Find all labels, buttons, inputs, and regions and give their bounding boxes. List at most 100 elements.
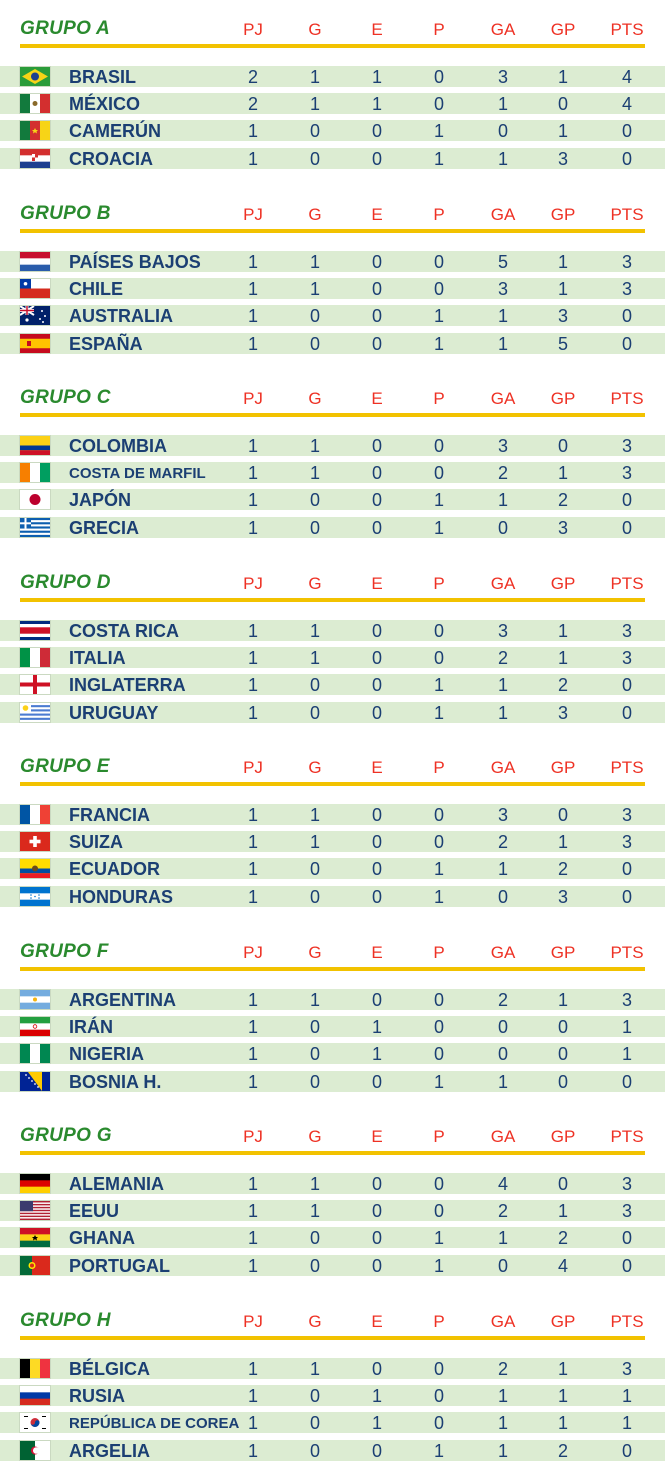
stat-value: 1: [309, 436, 320, 456]
england-flag-icon: [20, 674, 50, 694]
stat-value: 0: [497, 1043, 508, 1064]
column-header: PJ: [243, 204, 263, 224]
stat-value: 3: [621, 251, 632, 272]
stat-value: 3: [621, 620, 632, 641]
stat-value: 1: [497, 674, 508, 695]
header-divider: [20, 1151, 645, 1155]
stat-value: 1: [557, 647, 568, 668]
team-name: RUSIA: [69, 1385, 126, 1406]
stat-value: 1: [247, 1385, 258, 1406]
stat-value: 0: [371, 463, 382, 483]
team-name: CAMERÚN: [69, 121, 161, 141]
stat-value: 1: [247, 1256, 258, 1276]
stat-value: 2: [497, 832, 508, 852]
stat-value: 0: [497, 1256, 508, 1276]
column-header: P: [433, 573, 445, 593]
team-name: HONDURAS: [69, 887, 174, 907]
stat-value: 1: [557, 1201, 568, 1221]
team-name: IRÁN: [69, 1016, 113, 1037]
stat-value: 1: [557, 463, 568, 483]
stat-value: 2: [497, 989, 508, 1010]
stat-value: 1: [247, 121, 258, 141]
stat-value: 1: [247, 674, 258, 695]
stat-value: 0: [497, 121, 508, 141]
japan-flag-icon: [20, 490, 50, 509]
team-row: ESPAÑA 1 0 0 1 1 5 0: [0, 332, 665, 354]
stat-value: 0: [371, 702, 382, 723]
column-header: GA: [490, 204, 516, 224]
stat-value: 1: [433, 490, 444, 510]
stat-value: 1: [371, 67, 382, 87]
netherlands-flag-icon: [20, 251, 50, 271]
stat-value: 1: [557, 121, 568, 141]
column-header: PTS: [610, 204, 644, 224]
stat-value: 1: [497, 1412, 508, 1433]
stat-value: 1: [557, 278, 568, 299]
stat-value: 0: [433, 278, 444, 299]
column-header: GP: [550, 204, 576, 224]
team-name: FRANCIA: [69, 805, 150, 825]
stat-value: 1: [433, 887, 444, 907]
group-title: GRUPO D: [20, 571, 111, 593]
group-title: GRUPO A: [20, 18, 111, 39]
team-row: SUIZA 1 1 0 0 2 1 3: [0, 831, 665, 852]
stat-value: 1: [557, 832, 568, 852]
stat-value: 1: [247, 149, 258, 169]
team-name: NIGERIA: [69, 1043, 145, 1064]
team-row: ITALIA 1 1 0 0 2 1 3: [0, 646, 665, 668]
costa-rica-flag-icon: [20, 620, 50, 640]
team-name: ARGENTINA: [69, 989, 176, 1010]
stat-value: 0: [621, 333, 632, 354]
stat-value: 0: [621, 1071, 632, 1092]
stat-value: 3: [497, 805, 508, 825]
column-header: GA: [490, 573, 516, 593]
column-header: GP: [550, 942, 576, 962]
group-header: GRUPO E PJ G E P GA GP PTS: [0, 746, 665, 780]
stat-value: 0: [371, 251, 382, 272]
stat-value: 0: [557, 436, 568, 456]
team-name: ITALIA: [69, 647, 126, 668]
group-title: GRUPO H: [20, 1309, 111, 1331]
column-header: GP: [550, 1311, 576, 1331]
team-name: COSTA DE MARFIL: [69, 465, 206, 482]
stat-value: 0: [557, 94, 568, 114]
greece-flag-icon: [20, 518, 50, 537]
stat-value: 0: [557, 1071, 568, 1092]
stat-value: 1: [621, 1385, 632, 1406]
stat-value: 1: [557, 620, 568, 641]
column-header: P: [433, 204, 445, 224]
team-name: ECUADOR: [69, 859, 161, 879]
stat-value: 1: [247, 251, 258, 272]
group-table: GRUPO B PJ G E P GA GP PTS PAÍSES BAJOS 1 1 0 0 5 1 3 CH…: [0, 193, 665, 377]
group-title: GRUPO E: [20, 756, 110, 777]
stat-value: 1: [497, 490, 508, 510]
team-name: BÉLGICA: [69, 1358, 150, 1379]
team-row: BRASIL 2 1 1 0 3 1 4: [0, 66, 665, 87]
ivory-coast-flag-icon: [20, 463, 50, 482]
stat-value: 5: [497, 251, 508, 272]
column-header: PTS: [610, 20, 644, 39]
header-divider: [20, 782, 645, 786]
stat-value: 2: [497, 463, 508, 483]
stat-value: 0: [309, 149, 320, 169]
stat-value: 0: [371, 518, 382, 538]
column-header: PTS: [610, 389, 644, 408]
column-header: PTS: [610, 1127, 644, 1146]
stat-value: 0: [497, 518, 508, 538]
stat-value: 0: [309, 859, 320, 879]
stat-value: 0: [309, 1071, 320, 1092]
stat-value: 0: [371, 1174, 382, 1194]
column-header: PJ: [243, 1311, 263, 1331]
stat-value: 3: [621, 1174, 632, 1194]
stat-value: 3: [621, 805, 632, 825]
stat-value: 0: [309, 1256, 320, 1276]
group-table: GRUPO H PJ G E P GA GP PTS BÉLGICA 1 1 0 0 2 1 3 RUSIA 1 0…: [0, 1300, 665, 1484]
italy-flag-icon: [20, 647, 50, 667]
switzerland-flag-icon: [20, 832, 50, 851]
team-row: PORTUGAL 1 0 0 1 0 4 0: [0, 1255, 665, 1276]
stat-value: 1: [621, 1412, 632, 1433]
team-name: CROACIA: [69, 149, 153, 169]
team-name: EEUU: [69, 1201, 120, 1221]
stat-value: 0: [371, 1071, 382, 1092]
stat-value: 2: [557, 490, 568, 510]
